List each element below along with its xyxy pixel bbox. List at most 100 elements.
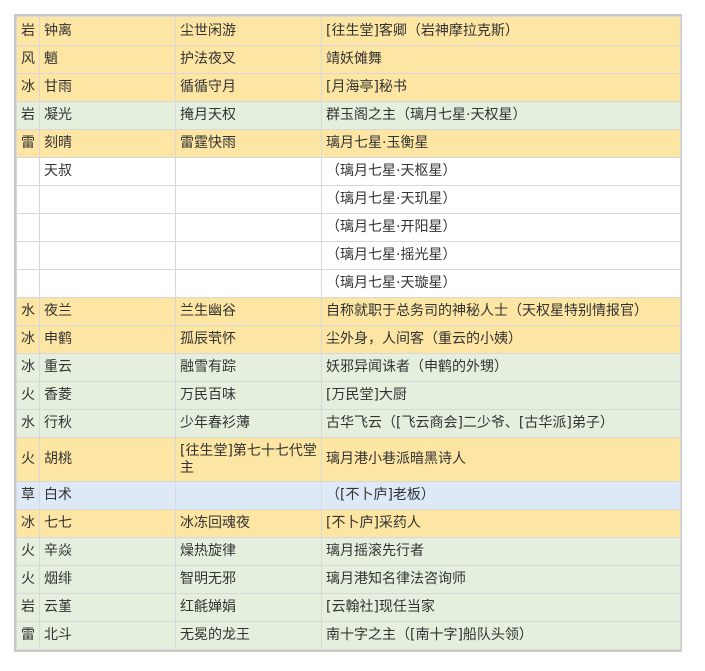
element-cell: 冰 — [16, 509, 40, 538]
title-cell: 无冕的龙王 — [175, 621, 322, 650]
element-cell — [16, 185, 40, 214]
table-row: 火辛焱 燥热旋律 璃月摇滚先行者 — [16, 537, 681, 566]
description-cell: 群玉阁之主（璃月七星·天权星） — [321, 101, 681, 130]
element-cell: 岩 — [16, 16, 40, 46]
table-row: （璃月七星·天玑星） — [16, 185, 681, 214]
name-cell: 刻晴 — [39, 129, 176, 158]
name-cell: 行秋 — [39, 409, 176, 438]
name-cell: 夜兰 — [39, 297, 176, 326]
name-cell — [39, 241, 176, 270]
element-cell — [16, 241, 40, 270]
element-cell: 雷 — [16, 621, 40, 650]
name-cell — [39, 269, 176, 298]
description-cell: （璃月七星·天璇星） — [321, 269, 681, 298]
description-cell: [云翰社]现任当家 — [321, 593, 681, 622]
name-cell: 凝光 — [39, 101, 176, 130]
name-cell: 北斗 — [39, 621, 176, 650]
name-cell — [39, 213, 176, 242]
table-row: 冰重云 融雪有踪 妖邪异闻诛者（申鹤的外甥） — [16, 353, 681, 382]
title-cell: 尘世闲游 — [175, 16, 322, 46]
table-row: 冰甘雨 循循守月 [月海亭]秘书 — [16, 73, 681, 102]
description-cell: [万民堂]大厨 — [321, 381, 681, 410]
element-cell — [16, 269, 40, 298]
title-cell: 燥热旋律 — [175, 537, 322, 566]
element-cell: 水 — [16, 409, 40, 438]
name-cell: 钟离 — [39, 16, 176, 46]
title-cell — [175, 481, 322, 510]
element-cell: 冰 — [16, 73, 40, 102]
description-cell: （璃月七星·天玑星） — [321, 185, 681, 214]
name-cell: 云堇 — [39, 593, 176, 622]
description-cell: （[不卜庐]老板） — [321, 481, 681, 510]
title-cell — [175, 157, 322, 186]
element-cell: 草 — [16, 481, 40, 510]
table-row: 水行秋 少年春衫薄 古华飞云（[飞云商会]二少爷、[古华派]弟子） — [16, 409, 681, 438]
element-cell — [16, 213, 40, 242]
name-cell: 天叔 — [39, 157, 176, 186]
name-cell: 烟绯 — [39, 565, 176, 594]
description-cell: （璃月七星·天枢星） — [321, 157, 681, 186]
element-cell: 风 — [16, 45, 40, 74]
name-cell — [39, 185, 176, 214]
description-cell: [月海亭]秘书 — [321, 73, 681, 102]
description-cell: 璃月港知名律法咨询师 — [321, 565, 681, 594]
element-cell: 火 — [16, 437, 40, 482]
title-cell: 融雪有踪 — [175, 353, 322, 382]
title-cell — [175, 269, 322, 298]
character-table-frame: 岩钟离 尘世闲游 [往生堂]客卿（岩神摩拉克斯）风魈护法夜叉 靖妖傩舞冰甘雨 循循守月[… — [14, 14, 682, 652]
table-row: 岩凝光 掩月天权 群玉阁之主（璃月七星·天权星） — [16, 101, 681, 130]
title-cell — [175, 185, 322, 214]
character-table-body: 岩钟离 尘世闲游 [往生堂]客卿（岩神摩拉克斯）风魈护法夜叉 靖妖傩舞冰甘雨 循循守月[… — [16, 16, 681, 650]
title-cell: 冰冻回魂夜 — [175, 509, 322, 538]
element-cell: 冰 — [16, 325, 40, 354]
element-cell: 冰 — [16, 353, 40, 382]
table-row: 冰七七 冰冻回魂夜 [不卜庐]采药人 — [16, 509, 681, 538]
name-cell: 甘雨 — [39, 73, 176, 102]
name-cell: 七七 — [39, 509, 176, 538]
description-cell: [往生堂]客卿（岩神摩拉克斯） — [321, 16, 681, 46]
name-cell: 魈 — [39, 45, 176, 74]
description-cell: 璃月港小巷派暗黑诗人 — [321, 437, 681, 482]
title-cell: 护法夜叉 — [175, 45, 322, 74]
table-row: 火胡桃 [往生堂]第七十七代堂主 璃月港小巷派暗黑诗人 — [16, 437, 681, 482]
title-cell: 少年春衫薄 — [175, 409, 322, 438]
table-row: （璃月七星·摇光星） — [16, 241, 681, 270]
description-cell: 靖妖傩舞 — [321, 45, 681, 74]
description-cell: 璃月摇滚先行者 — [321, 537, 681, 566]
name-cell: 白术 — [39, 481, 176, 510]
table-row: 水夜兰 兰生幽谷 自称就职于总务司的神秘人士（天权星特别情报官） — [16, 297, 681, 326]
title-cell: 掩月天权 — [175, 101, 322, 130]
title-cell: 智明无邪 — [175, 565, 322, 594]
description-cell: 南十字之主（[南十字]船队头领） — [321, 621, 681, 650]
title-cell: 红毹婵娟 — [175, 593, 322, 622]
title-cell: 孤辰茕怀 — [175, 325, 322, 354]
description-cell: 自称就职于总务司的神秘人士（天权星特别情报官） — [321, 297, 681, 326]
element-cell: 岩 — [16, 593, 40, 622]
table-row: 岩钟离 尘世闲游 [往生堂]客卿（岩神摩拉克斯） — [16, 16, 681, 46]
description-cell: （璃月七星·摇光星） — [321, 241, 681, 270]
table-row: （璃月七星·天璇星） — [16, 269, 681, 298]
description-cell: （璃月七星·开阳星） — [321, 213, 681, 242]
table-row: 风魈护法夜叉 靖妖傩舞 — [16, 45, 681, 74]
name-cell: 胡桃 — [39, 437, 176, 482]
title-cell: 兰生幽谷 — [175, 297, 322, 326]
element-cell: 火 — [16, 381, 40, 410]
name-cell: 申鹤 — [39, 325, 176, 354]
name-cell: 香菱 — [39, 381, 176, 410]
table-row: 雷北斗 无冕的龙王 南十字之主（[南十字]船队头领） — [16, 621, 681, 650]
title-cell: 循循守月 — [175, 73, 322, 102]
table-row: 雷刻晴 雷霆快雨 璃月七星·玉衡星 — [16, 129, 681, 158]
table-row: （璃月七星·开阳星） — [16, 213, 681, 242]
element-cell: 岩 — [16, 101, 40, 130]
element-cell: 火 — [16, 537, 40, 566]
description-cell: 古华飞云（[飞云商会]二少爷、[古华派]弟子） — [321, 409, 681, 438]
table-row: 火烟绯 智明无邪 璃月港知名律法咨询师 — [16, 565, 681, 594]
title-cell — [175, 241, 322, 270]
description-cell: [不卜庐]采药人 — [321, 509, 681, 538]
table-row: 岩云堇 红毹婵娟 [云翰社]现任当家 — [16, 593, 681, 622]
name-cell: 重云 — [39, 353, 176, 382]
element-cell — [16, 157, 40, 186]
table-row: 天叔 （璃月七星·天枢星） — [16, 157, 681, 186]
title-cell: [往生堂]第七十七代堂主 — [175, 437, 322, 482]
title-cell: 雷霆快雨 — [175, 129, 322, 158]
